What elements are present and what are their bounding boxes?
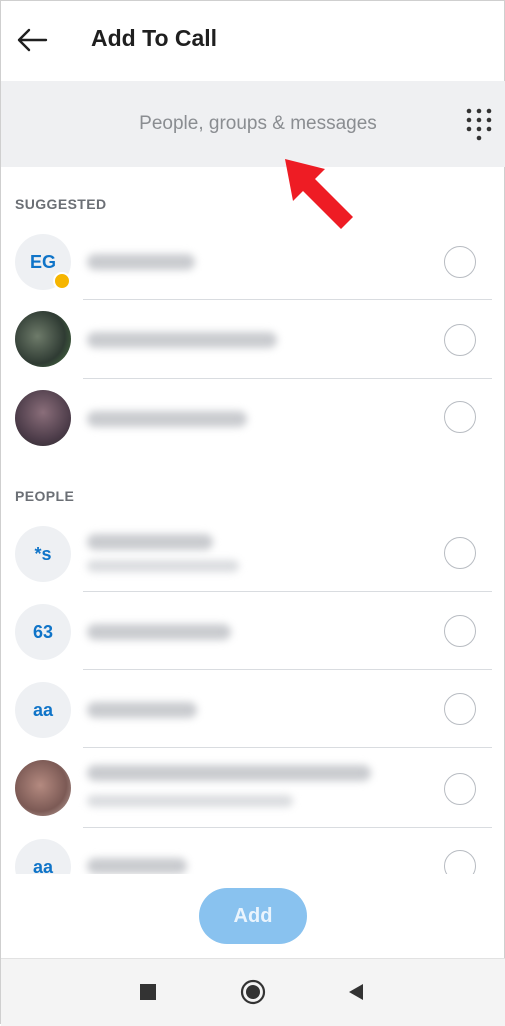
avatar: aa bbox=[15, 682, 71, 738]
arrow-left-icon[interactable] bbox=[15, 23, 49, 57]
avatar: *s bbox=[15, 526, 71, 582]
section-heading-people: PEOPLE bbox=[15, 488, 75, 504]
dialpad-icon[interactable] bbox=[461, 106, 497, 142]
circle-home-icon[interactable] bbox=[240, 979, 266, 1005]
contact-name-redacted bbox=[87, 332, 277, 348]
select-radio[interactable] bbox=[444, 850, 476, 874]
avatar-initials: 63 bbox=[32, 621, 54, 642]
contact-row[interactable] bbox=[1, 749, 505, 827]
avatar-photo bbox=[15, 760, 71, 816]
select-radio[interactable] bbox=[444, 401, 476, 433]
search-bar bbox=[1, 81, 505, 167]
select-radio[interactable] bbox=[444, 693, 476, 725]
contact-subtitle-redacted bbox=[87, 560, 239, 572]
avatar-initials: *s bbox=[34, 543, 52, 564]
contact-row[interactable]: *s bbox=[1, 514, 505, 592]
contact-name-redacted bbox=[87, 411, 247, 427]
contact-name-redacted bbox=[87, 765, 371, 781]
contact-row[interactable]: aa bbox=[1, 670, 505, 748]
contact-row[interactable]: EG bbox=[1, 222, 505, 300]
avatar-photo bbox=[15, 311, 71, 367]
avatar-photo bbox=[15, 390, 71, 446]
square-icon[interactable] bbox=[139, 983, 157, 1001]
search-input[interactable] bbox=[91, 103, 425, 145]
select-radio[interactable] bbox=[444, 537, 476, 569]
presence-away-icon bbox=[53, 272, 71, 290]
divider bbox=[83, 747, 492, 748]
contact-row[interactable]: aa bbox=[1, 828, 505, 874]
contact-name-redacted bbox=[87, 858, 187, 874]
header: Add To Call bbox=[1, 1, 505, 81]
contact-row[interactable] bbox=[1, 300, 505, 378]
contact-row[interactable] bbox=[1, 379, 505, 457]
contact-name-redacted bbox=[87, 534, 213, 550]
contact-row[interactable]: 63 bbox=[1, 592, 505, 670]
system-nav-bar bbox=[1, 958, 505, 1026]
avatar-initials: EG bbox=[29, 251, 56, 272]
contact-name-redacted bbox=[87, 624, 231, 640]
triangle-back-icon[interactable] bbox=[346, 982, 366, 1002]
screen-frame: Add To Call SUGGESTED EG PEOPLE bbox=[0, 0, 505, 1026]
avatar-initials: aa bbox=[32, 699, 54, 720]
contact-name-redacted bbox=[87, 254, 195, 270]
contact-name-redacted bbox=[87, 702, 197, 718]
contact-subtitle-redacted bbox=[87, 795, 293, 807]
section-heading-suggested: SUGGESTED bbox=[15, 196, 107, 212]
add-button[interactable]: Add bbox=[199, 888, 307, 944]
avatar: aa bbox=[15, 839, 71, 874]
avatar-initials: aa bbox=[32, 856, 54, 875]
red-arrow-annotation-icon bbox=[285, 159, 353, 229]
page-title: Add To Call bbox=[91, 25, 218, 51]
select-radio[interactable] bbox=[444, 324, 476, 356]
select-radio[interactable] bbox=[444, 773, 476, 805]
select-radio[interactable] bbox=[444, 615, 476, 647]
avatar: 63 bbox=[15, 604, 71, 660]
select-radio[interactable] bbox=[444, 246, 476, 278]
